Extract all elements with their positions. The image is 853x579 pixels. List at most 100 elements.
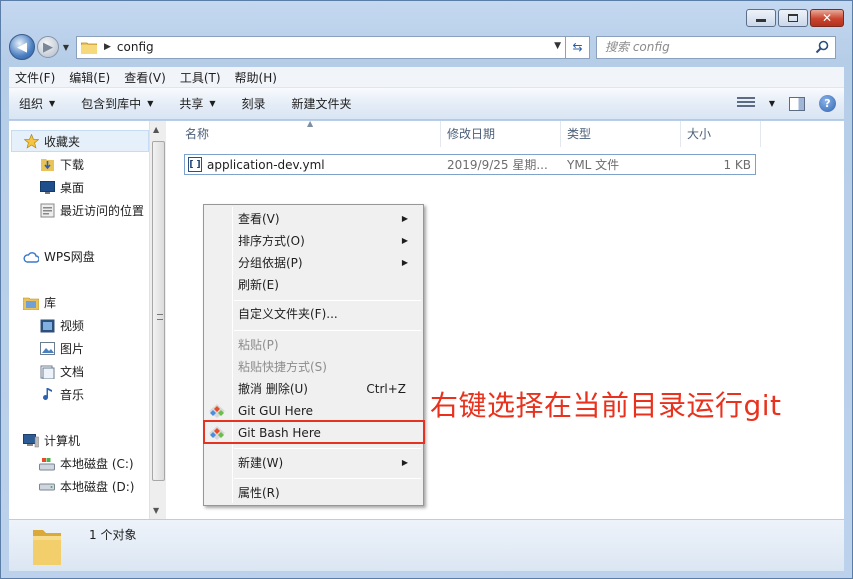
menu-item-view[interactable]: 查看(V) ▶ — [238, 208, 418, 230]
menu-item-group[interactable]: 分组依据(P) ▶ — [238, 252, 418, 274]
sidebar-item-drive-c[interactable]: 本地磁盘 (C:) — [39, 455, 134, 472]
forward-arrow-icon: ▶ — [43, 39, 53, 55]
column-type[interactable]: 类型 — [561, 121, 681, 147]
music-icon — [39, 387, 55, 402]
menu-separator — [234, 330, 421, 331]
navigation-scrollbar[interactable]: ▲ ▼ — [149, 121, 166, 519]
sidebar-item-label: 桌面 — [60, 181, 85, 195]
library-icon — [23, 295, 39, 310]
forward-button[interactable]: ▶ — [37, 36, 59, 58]
burn-button[interactable]: 刻录 — [242, 95, 266, 112]
menu-tools[interactable]: 工具(T) — [180, 69, 221, 86]
refresh-button[interactable]: ⇆ — [566, 35, 590, 59]
item-count: 1 个对象 — [89, 528, 137, 542]
recent-pages-dropdown[interactable]: ▼ — [60, 43, 72, 52]
back-arrow-icon: ◀ — [17, 39, 27, 55]
sidebar-item-music[interactable]: 音乐 — [39, 386, 84, 403]
submenu-arrow-icon: ▶ — [401, 258, 408, 267]
menu-item-refresh[interactable]: 刷新(E) — [238, 274, 418, 296]
caption-buttons: ✕ — [746, 9, 844, 27]
sidebar-item-drive-d[interactable]: 本地磁盘 (D:) — [39, 478, 134, 495]
menu-item-label: Git GUI Here — [238, 404, 314, 418]
share-button[interactable]: 共享 ▼ — [179, 95, 215, 112]
sidebar-item-label: 最近访问的位置 — [60, 204, 145, 218]
sidebar-item-documents[interactable]: 文档 — [39, 363, 84, 380]
sidebar-item-pictures[interactable]: 图片 — [39, 340, 84, 357]
view-dropdown-icon[interactable]: ▼ — [769, 99, 775, 108]
share-label: 共享 — [179, 97, 204, 111]
sidebar-item-label: 音乐 — [60, 388, 85, 402]
sidebar-item-desktop[interactable]: 桌面 — [39, 179, 84, 196]
include-label: 包含到库中 — [81, 97, 142, 111]
menu-item-new[interactable]: 新建(W) ▶ — [238, 452, 418, 474]
menu-item-customize[interactable]: 自定义文件夹(F)... — [238, 303, 418, 325]
menu-item-properties[interactable]: 属性(R) — [238, 482, 418, 504]
sidebar-wps-drive[interactable]: WPS网盘 — [23, 248, 95, 265]
menu-item-paste-shortcut: 粘贴快捷方式(S) — [238, 356, 418, 378]
sidebar-item-label: 本地磁盘 (D:) — [60, 480, 135, 494]
menu-item-label: 分组依据(P) — [238, 256, 303, 270]
submenu-arrow-icon: ▶ — [401, 214, 408, 223]
menu-item-label: 撤消 删除(U) — [238, 382, 308, 396]
breadcrumb-config[interactable]: config — [117, 40, 154, 54]
search-input[interactable] — [605, 40, 805, 54]
view-options-icon[interactable] — [736, 96, 755, 111]
burn-label: 刻录 — [241, 97, 266, 111]
column-headers: ▲ 名称 修改日期 类型 大小 — [167, 119, 844, 147]
sidebar-favorites[interactable]: 收藏夹 — [23, 133, 80, 150]
menu-item-label: 刷新(E) — [238, 278, 279, 292]
sidebar-item-videos[interactable]: 视频 — [39, 317, 84, 334]
menu-item-label: 粘贴(P) — [238, 338, 279, 352]
scroll-thumb[interactable] — [152, 141, 165, 481]
maximize-button[interactable] — [778, 9, 808, 27]
yml-file-icon: [ ] — [188, 157, 202, 172]
address-bar[interactable]: ▶ config ▼ — [76, 35, 566, 59]
close-icon: ✕ — [821, 11, 833, 25]
file-row[interactable]: [ ] application-dev.yml 2019/9/25 星期... … — [184, 154, 756, 175]
chevron-down-icon: ▼ — [209, 99, 216, 108]
column-name[interactable]: 名称 — [179, 121, 441, 147]
command-bar-right: ▼ ? — [736, 95, 836, 112]
navigation-row: ◀ ▶ ▼ ▶ config ▼ ⇆ — [9, 34, 844, 60]
close-button[interactable]: ✕ — [810, 9, 844, 27]
maximize-icon — [788, 14, 798, 22]
organize-button[interactable]: 组织 ▼ — [19, 95, 55, 112]
minimize-icon — [756, 19, 766, 22]
help-icon[interactable]: ? — [819, 95, 836, 112]
sidebar-item-label: 文档 — [60, 365, 85, 379]
address-dropdown-icon[interactable]: ▼ — [554, 41, 561, 51]
new-folder-label: 新建文件夹 — [291, 97, 352, 111]
sidebar-item-recent[interactable]: 最近访问的位置 — [39, 202, 144, 219]
folder-icon — [81, 42, 97, 54]
menu-edit[interactable]: 编辑(E) — [69, 69, 110, 86]
menu-separator — [234, 448, 421, 449]
sidebar-computer[interactable]: 计算机 — [23, 432, 80, 449]
column-date[interactable]: 修改日期 — [441, 121, 561, 147]
search-box[interactable] — [596, 35, 836, 59]
file-date: 2019/9/25 星期... — [447, 158, 548, 172]
column-size[interactable]: 大小 — [681, 121, 761, 147]
details-pane: 1 个对象 — [9, 519, 844, 571]
sidebar-item-downloads[interactable]: 下载 — [39, 156, 84, 173]
menu-item-undo-delete[interactable]: 撤消 删除(U) Ctrl+Z — [238, 378, 418, 400]
breadcrumb-arrow-icon[interactable]: ▶ — [104, 42, 111, 52]
menu-view[interactable]: 查看(V) — [124, 69, 166, 86]
menu-item-git-gui[interactable]: Git GUI Here — [238, 400, 418, 422]
sidebar-item-label: 图片 — [60, 342, 85, 356]
scroll-down-icon[interactable]: ▼ — [153, 506, 159, 515]
downloads-icon — [39, 157, 55, 172]
new-folder-button[interactable]: 新建文件夹 — [292, 95, 352, 112]
file-name: application-dev.yml — [207, 157, 325, 172]
scroll-up-icon[interactable]: ▲ — [153, 125, 159, 134]
back-button[interactable]: ◀ — [9, 34, 35, 60]
menu-file[interactable]: 文件(F) — [15, 69, 55, 86]
sidebar-libraries[interactable]: 库 — [23, 294, 56, 311]
navigation-pane: 收藏夹 下载 桌面 最近访问的位置 WPS网盘 库 视频 图片 文档 音乐 计算… — [9, 121, 149, 519]
minimize-button[interactable] — [746, 9, 776, 27]
annotation-text: 右键选择在当前目录运行git — [430, 389, 782, 422]
search-icon[interactable] — [815, 40, 829, 54]
menu-item-sort[interactable]: 排序方式(O) ▶ — [238, 230, 418, 252]
menu-help[interactable]: 帮助(H) — [235, 69, 277, 86]
preview-pane-icon[interactable] — [789, 96, 805, 111]
include-in-library-button[interactable]: 包含到库中 ▼ — [81, 95, 153, 112]
